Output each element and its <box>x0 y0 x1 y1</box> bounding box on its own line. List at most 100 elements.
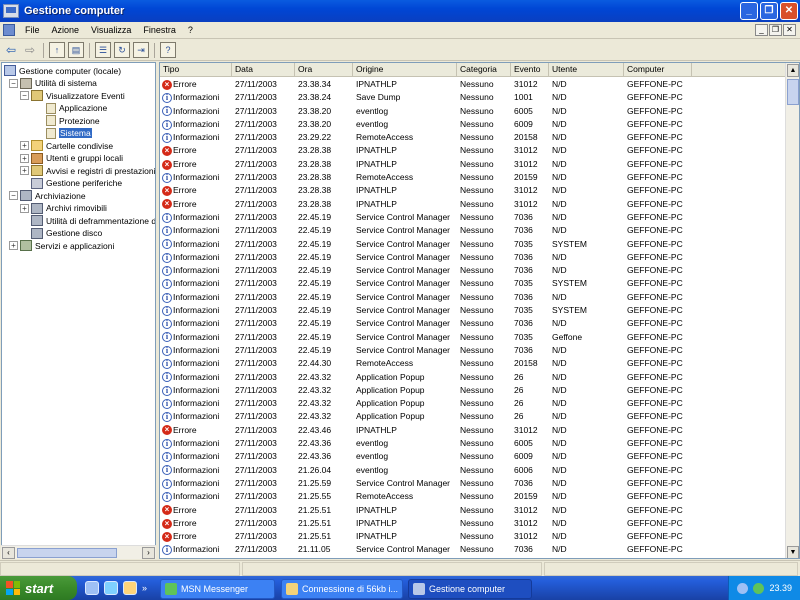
export-list-icon[interactable]: ⇥ <box>133 42 149 58</box>
column-header[interactable]: Tipo <box>160 63 232 77</box>
help-icon[interactable]: ? <box>160 42 176 58</box>
expand-icon[interactable]: + <box>20 166 29 175</box>
table-row[interactable]: i Informazioni 27/11/2003 23.38.20 eventlog N… <box>160 105 787 118</box>
mdi-close-button[interactable]: ✕ <box>783 24 796 36</box>
menu-file[interactable]: File <box>19 25 46 35</box>
table-row[interactable]: × Errore 27/11/2003 23.38.34 IPNATHLP Nessuno… <box>160 78 787 91</box>
collapse-icon[interactable]: − <box>20 91 29 100</box>
column-header[interactable]: Categoria <box>457 63 511 77</box>
table-row[interactable]: × Errore 27/11/2003 23.28.38 IPNATHLP Nessuno… <box>160 158 787 171</box>
messenger-tray-icon[interactable] <box>753 582 765 594</box>
close-button[interactable]: ✕ <box>780 2 798 20</box>
properties-icon[interactable]: ☰ <box>95 42 111 58</box>
tree-node[interactable]: Gestione periferiche <box>20 177 122 190</box>
scrollbar-thumb[interactable] <box>787 79 799 105</box>
table-row[interactable]: i Informazioni 27/11/2003 22.45.19 Service C… <box>160 304 787 317</box>
column-header[interactable]: Utente <box>549 63 624 77</box>
up-folder-icon[interactable]: ↑ <box>49 42 65 58</box>
media-player-icon[interactable] <box>123 581 137 595</box>
table-row[interactable]: i Informazioni 27/11/2003 23.29.22 RemoteAcc… <box>160 131 787 144</box>
maximize-button[interactable]: ❐ <box>760 2 778 20</box>
tree-node[interactable]: Gestione disco <box>20 227 102 240</box>
tree-node[interactable]: − Archiviazione <box>9 189 86 202</box>
tree-node[interactable]: Gestione computer (locale) <box>4 64 121 77</box>
task-computer-management[interactable]: Gestione computer <box>408 579 532 599</box>
tree-horizontal-scrollbar[interactable]: ‹ › <box>1 545 156 559</box>
tree-node[interactable]: + Servizi e applicazioni <box>9 239 114 252</box>
table-row[interactable]: i Informazioni 27/11/2003 22.45.19 Service C… <box>160 344 787 357</box>
column-header[interactable]: Data <box>232 63 295 77</box>
table-row[interactable]: i Informazioni 27/11/2003 22.45.19 Service C… <box>160 224 787 237</box>
scrollbar-thumb[interactable] <box>17 548 117 558</box>
table-row[interactable]: i Informazioni 27/11/2003 22.45.19 Service C… <box>160 264 787 277</box>
table-row[interactable]: i Informazioni 27/11/2003 22.43.36 eventlog N… <box>160 437 787 450</box>
quick-launch-more-icon[interactable]: » <box>142 583 147 593</box>
title-bar[interactable]: Gestione computer _ ❐ ✕ <box>0 0 800 22</box>
tree-node[interactable]: − Utilità di sistema <box>9 77 97 90</box>
menu-visualizza[interactable]: Visualizza <box>85 25 137 35</box>
tree-node[interactable]: + Avvisi e registri di prestazioni <box>20 164 155 177</box>
table-row[interactable]: × Errore 27/11/2003 21.25.51 IPNATHLP Nessuno… <box>160 517 787 530</box>
expand-icon[interactable]: + <box>20 141 29 150</box>
table-row[interactable]: i Informazioni 27/11/2003 21.26.04 eventlog N… <box>160 464 787 477</box>
mdi-restore-button[interactable]: ❐ <box>769 24 782 36</box>
table-row[interactable]: × Errore 27/11/2003 23.28.38 IPNATHLP Nessuno… <box>160 144 787 157</box>
table-row[interactable]: × Errore 27/11/2003 23.28.38 IPNATHLP Nessuno… <box>160 198 787 211</box>
menu-finestra[interactable]: Finestra <box>137 25 182 35</box>
tree-node[interactable]: − Visualizzatore Eventi <box>20 89 125 102</box>
table-row[interactable]: × Errore 27/11/2003 22.43.46 IPNATHLP Nessuno… <box>160 424 787 437</box>
document-menu-icon[interactable] <box>3 24 15 36</box>
table-row[interactable]: i Informazioni 27/11/2003 21.25.59 Service C… <box>160 477 787 490</box>
expand-icon[interactable]: + <box>20 203 29 213</box>
table-row[interactable]: × Errore 27/11/2003 21.25.51 IPNATHLP Nessuno… <box>160 530 787 543</box>
show-hide-tree-icon[interactable]: ▤ <box>68 42 84 58</box>
minimize-button[interactable]: _ <box>740 2 758 20</box>
clock[interactable]: 23.39 <box>769 583 792 593</box>
table-row[interactable]: i Informazioni 27/11/2003 22.45.19 Service C… <box>160 317 787 330</box>
tree-node[interactable]: + Utenti e gruppi locali <box>20 152 123 165</box>
table-row[interactable]: i Informazioni 27/11/2003 22.43.32 Applicati… <box>160 384 787 397</box>
table-row[interactable]: × Errore 27/11/2003 23.28.38 IPNATHLP Nessuno… <box>160 184 787 197</box>
tree-node[interactable]: Protezione <box>35 114 100 127</box>
scroll-left-button[interactable]: ‹ <box>2 547 15 559</box>
table-row[interactable]: i Informazioni 27/11/2003 22.45.19 Service C… <box>160 291 787 304</box>
table-row[interactable]: i Informazioni 27/11/2003 21.25.55 RemoteAcc… <box>160 490 787 503</box>
console-tree[interactable]: Gestione computer (locale) − Utilità di si… <box>1 62 156 559</box>
table-row[interactable]: i Informazioni 27/11/2003 22.45.19 Service C… <box>160 277 787 290</box>
back-arrow-icon[interactable]: ⇦ <box>3 42 19 58</box>
tree-node[interactable]: Sistema <box>35 127 92 140</box>
table-row[interactable]: i Informazioni 27/11/2003 22.45.19 Service C… <box>160 238 787 251</box>
column-header[interactable]: Origine <box>353 63 457 77</box>
table-row[interactable]: i Informazioni 27/11/2003 22.45.19 Service C… <box>160 251 787 264</box>
scroll-down-button[interactable]: ▼ <box>787 546 799 558</box>
start-button[interactable]: start <box>0 576 77 600</box>
internet-explorer-icon[interactable] <box>85 581 99 595</box>
table-row[interactable]: i Informazioni 27/11/2003 23.38.24 Save Dump… <box>160 91 787 104</box>
table-row[interactable]: i Informazioni 27/11/2003 22.44.30 RemoteAcc… <box>160 357 787 370</box>
tree-node[interactable]: + Cartelle condivise <box>20 139 113 152</box>
task-connection[interactable]: Connessione di 56kb i... <box>281 579 403 599</box>
tree-node[interactable]: Applicazione <box>35 102 107 115</box>
table-row[interactable]: i Informazioni 27/11/2003 22.43.36 eventlog N… <box>160 450 787 463</box>
collapse-icon[interactable]: − <box>9 78 18 88</box>
tree-node[interactable]: Utilità di deframmentazione dischi <box>20 214 155 227</box>
table-row[interactable]: i Informazioni 27/11/2003 23.28.38 RemoteAcc… <box>160 171 787 184</box>
messenger-quicklaunch-icon[interactable] <box>104 581 118 595</box>
collapse-icon[interactable]: − <box>9 191 18 200</box>
scroll-right-button[interactable]: › <box>142 547 155 559</box>
tree-node[interactable]: + Archivi rimovibili <box>20 202 107 215</box>
scroll-up-button[interactable]: ▲ <box>787 64 799 77</box>
table-row[interactable]: i Informazioni 27/11/2003 22.43.32 Applicati… <box>160 410 787 423</box>
table-row[interactable]: i Informazioni 27/11/2003 22.43.32 Applicati… <box>160 371 787 384</box>
task-msn-messenger[interactable]: MSN Messenger <box>160 579 275 599</box>
mdi-minimize-button[interactable]: _ <box>755 24 768 36</box>
forward-arrow-icon[interactable]: ⇨ <box>22 42 38 58</box>
table-row[interactable]: × Errore 27/11/2003 21.25.51 IPNATHLP Nessuno… <box>160 504 787 517</box>
table-row[interactable]: i Informazioni 27/11/2003 22.45.19 Service C… <box>160 331 787 344</box>
column-header[interactable]: Ora <box>295 63 353 77</box>
column-header[interactable]: Computer <box>624 63 692 77</box>
table-row[interactable]: i Informazioni 27/11/2003 22.45.19 Service C… <box>160 211 787 224</box>
menu-azione[interactable]: Azione <box>46 25 86 35</box>
expand-icon[interactable]: + <box>20 153 29 163</box>
table-row[interactable]: i Informazioni 27/11/2003 21.11.05 Service C… <box>160 543 787 556</box>
